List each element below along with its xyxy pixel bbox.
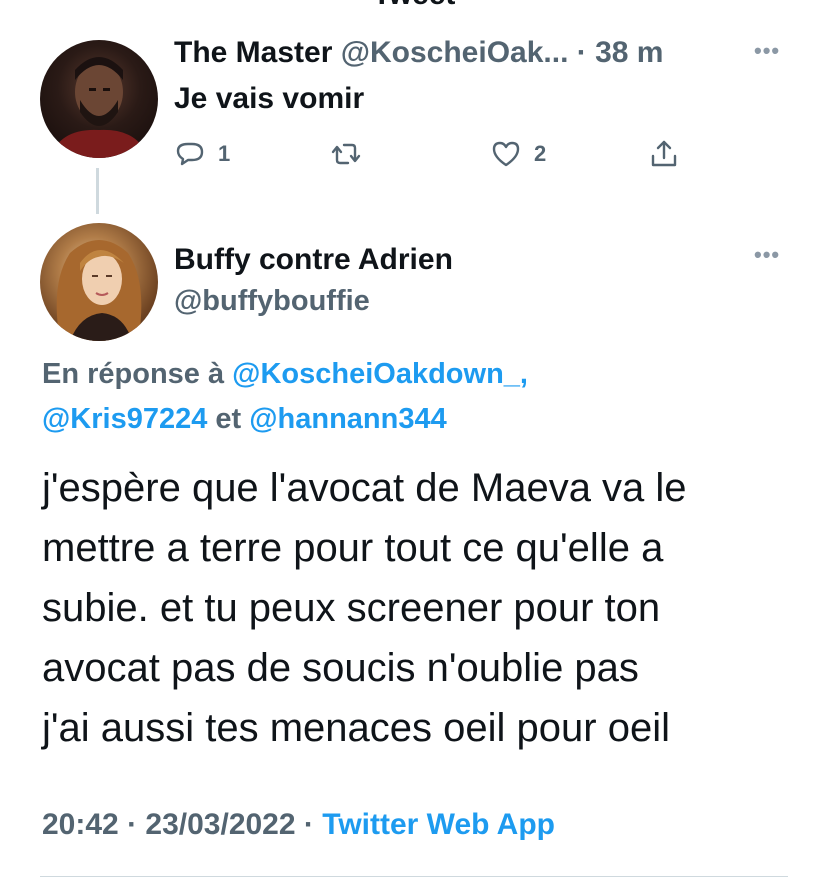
mention-link[interactable]: @hannann344 [249,403,447,435]
author-name[interactable]: Buffy contre Adrien [174,243,453,277]
avatar[interactable] [40,223,158,341]
reply-icon [176,142,204,166]
tweet-text-line: mettre a terre pour tout ce qu'elle a [42,526,664,570]
source-app-link[interactable]: Twitter Web App [322,808,555,841]
tweet-text: j'espère que l'avocat de Maeva va le met… [42,458,812,758]
time-separator: · [568,36,596,69]
avatar-image [56,240,142,341]
tweet-text-line: avocat pas de soucis n'oublie pas [42,646,639,690]
mention-link[interactable]: @KoscheiOakdown_, [232,358,528,390]
tweet-time[interactable]: 20:42 [42,808,119,841]
tweet-time[interactable]: 38 m [595,36,663,69]
more-icon[interactable]: ••• [754,242,780,268]
tweet-header: The Master @KoscheiOak... · 38 m [174,36,663,70]
like-button[interactable]: 2 [490,138,546,170]
author-handle[interactable]: @KoscheiOak... [341,36,569,69]
tweet-meta: 20:42 · 23/03/2022 · Twitter Web App [42,808,555,842]
author-name[interactable]: The Master [174,36,332,69]
mention-link[interactable]: @Kris97224 [42,403,207,435]
meta-separator: · [295,808,323,841]
like-icon [492,141,520,167]
thread-connector [96,168,99,214]
share-button[interactable] [648,138,680,170]
avatar[interactable] [40,40,158,158]
replying-to: En réponse à @KoscheiOakdown_, [42,358,528,391]
tweet-text-line: subie. et tu peux screener pour ton [42,586,661,630]
retweet-icon [331,143,361,165]
divider [40,876,788,877]
replying-to-label: En réponse à [42,358,233,390]
tweet-date[interactable]: 23/03/2022 [145,808,295,841]
tweet-text-line: j'espère que l'avocat de Maeva va le [42,466,687,510]
share-icon [651,140,677,167]
reply-count: 1 [218,141,231,166]
author-handle[interactable]: @buffybouffie [174,285,370,318]
replying-to-cont: @Kris97224 et @hannann344 [42,403,447,436]
like-count: 2 [534,141,547,166]
more-icon[interactable]: ••• [754,38,780,64]
retweet-button[interactable] [330,138,362,170]
avatar-image [50,57,148,158]
meta-separator: · [118,808,146,841]
tweet-text-line: j'ai aussi tes menaces oeil pour oeil [42,706,670,750]
tweet-text: Je vais vomir [174,82,365,115]
reply-button[interactable]: 1 [174,138,230,170]
replying-to-and: et [207,403,250,435]
page-title: Tweet [0,0,828,12]
